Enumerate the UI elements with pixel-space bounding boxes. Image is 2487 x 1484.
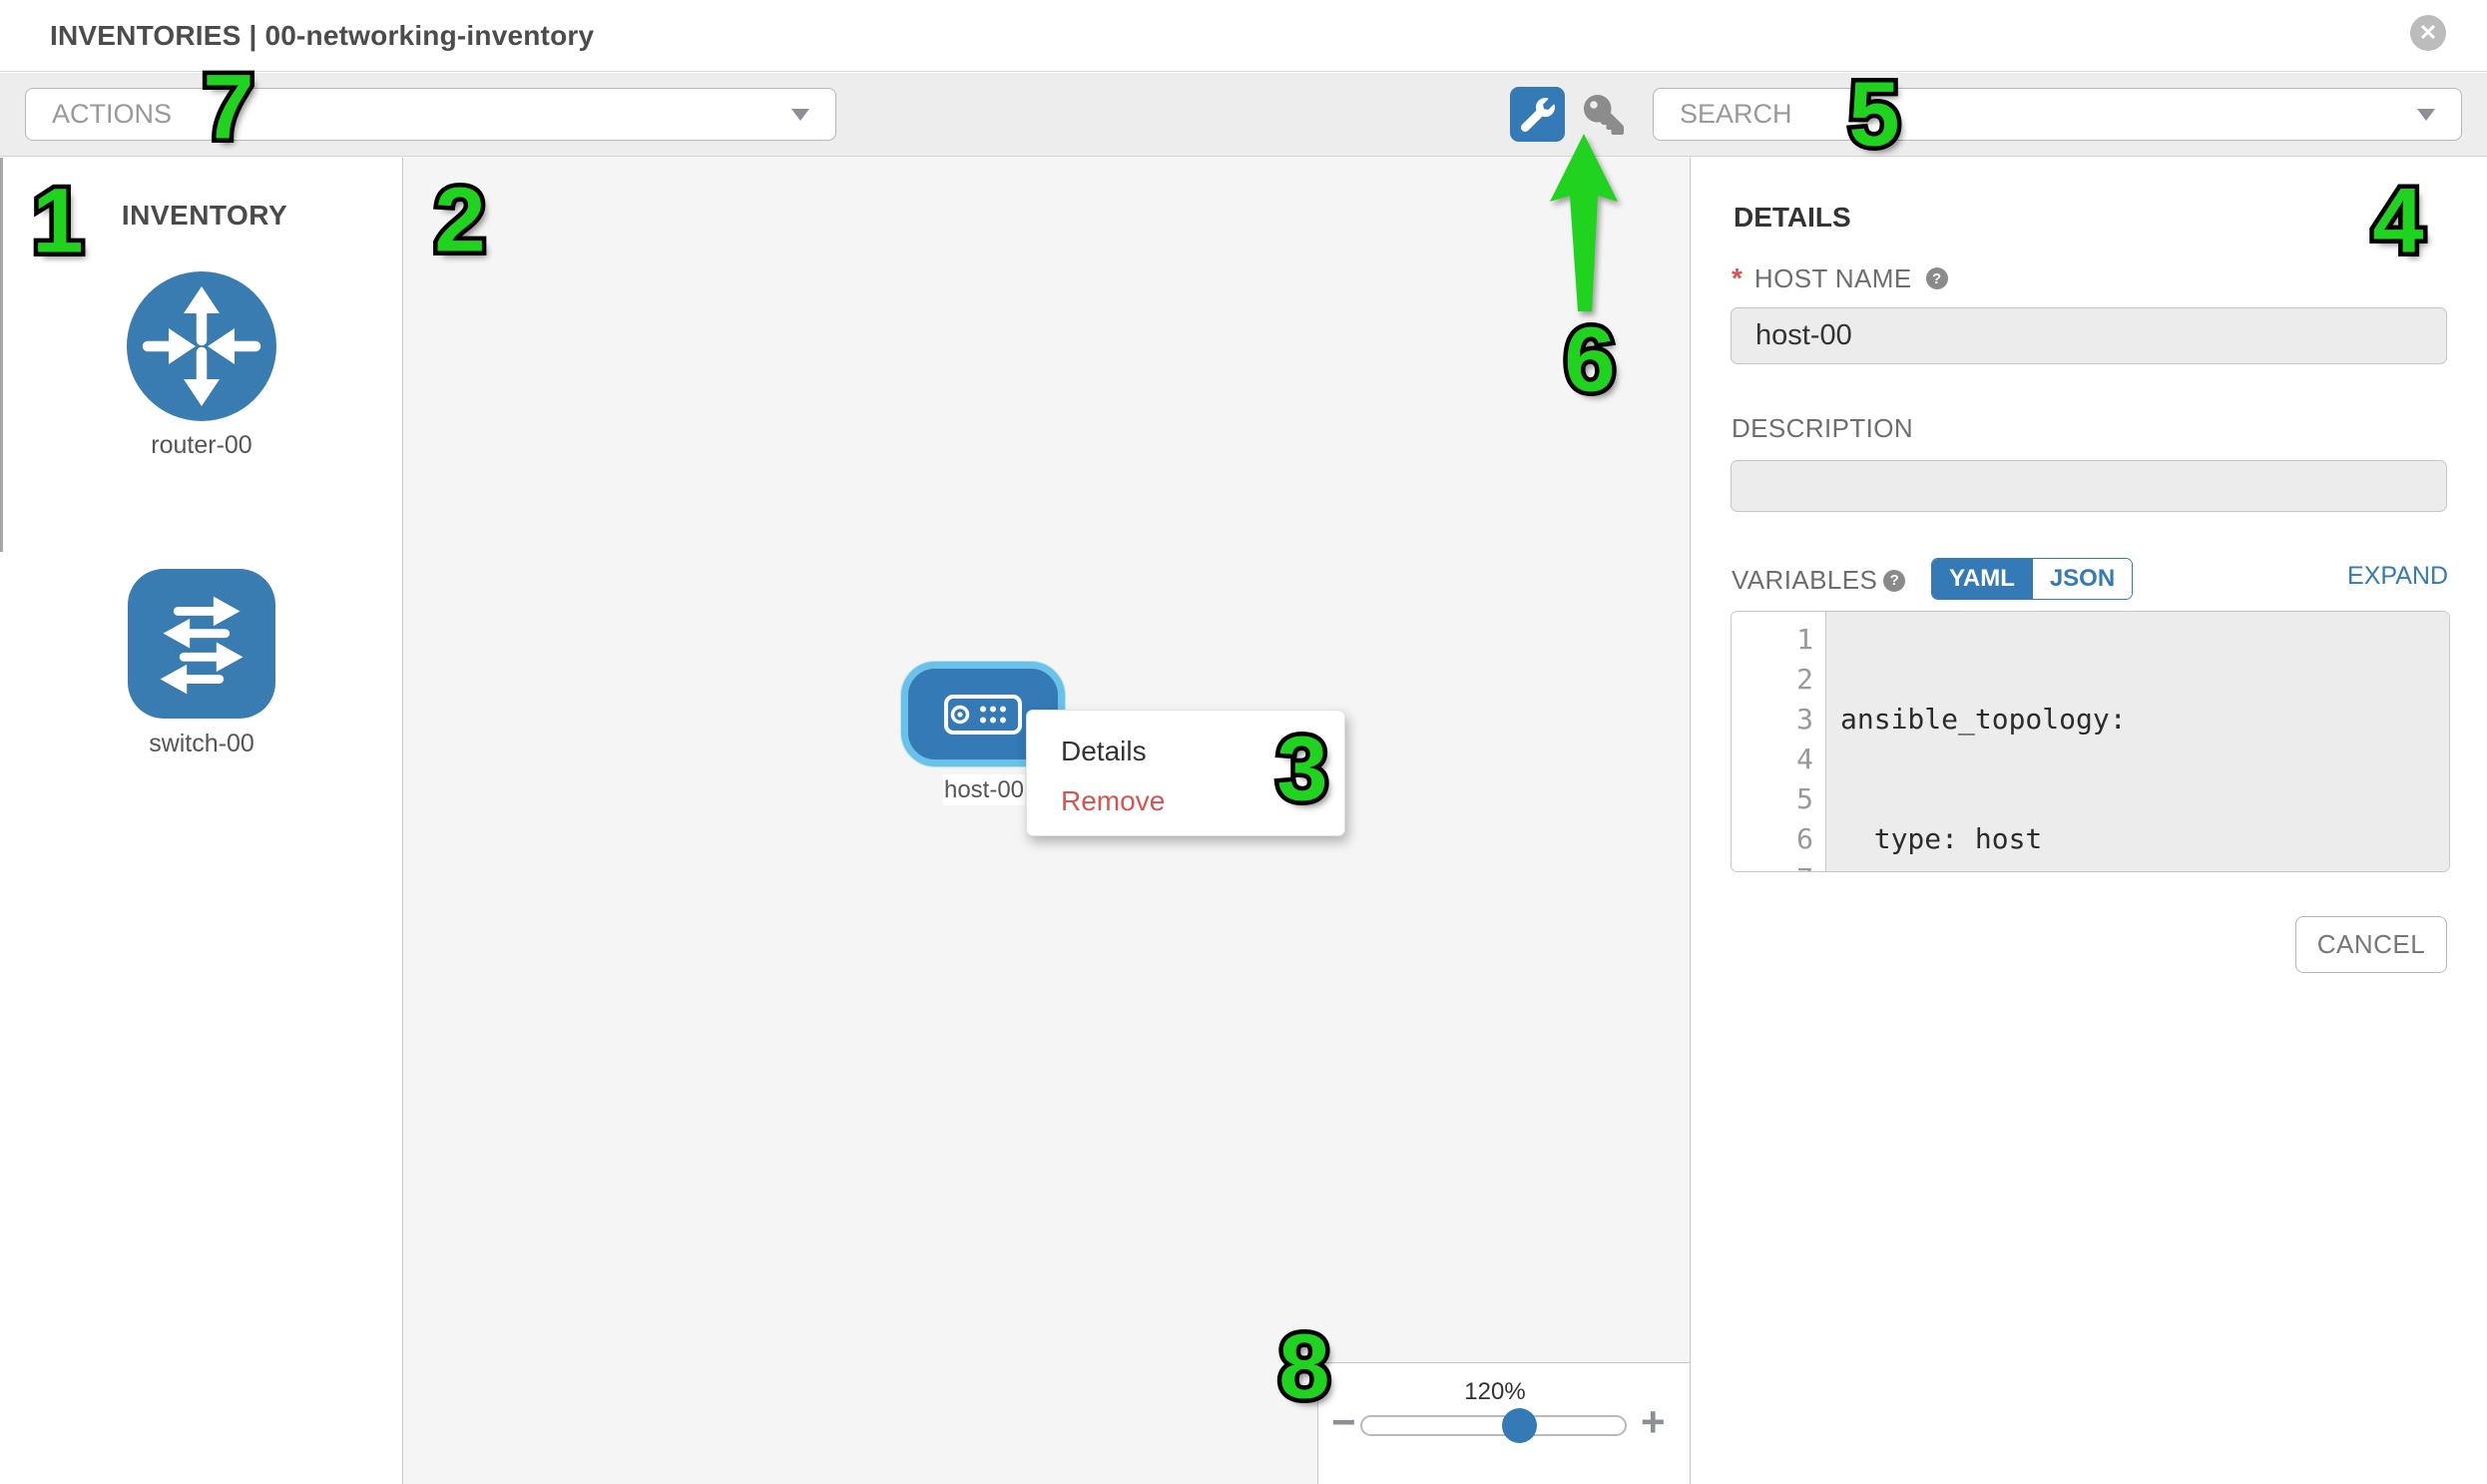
key-icon: [1584, 95, 1624, 135]
variables-code-editor[interactable]: 1 2 3 4 5 6 7 ansible_topology: type: ho…: [1731, 611, 2450, 872]
chevron-down-icon: [2417, 109, 2435, 121]
variables-label: VARIABLES: [1732, 565, 1877, 596]
close-button[interactable]: ✕: [2410, 15, 2446, 51]
host-name-input[interactable]: [1731, 307, 2447, 364]
switch-icon: [128, 569, 275, 719]
code-editor-gutter: 1 2 3 4 5 6 7: [1732, 612, 1826, 871]
actions-dropdown[interactable]: ACTIONS: [25, 88, 836, 141]
variables-label-row: VARIABLES ?: [1732, 565, 1905, 596]
cancel-button[interactable]: CANCEL: [2295, 916, 2447, 973]
zoom-slider-thumb[interactable]: [1502, 1408, 1537, 1443]
sidebar-scrollbar[interactable]: [0, 158, 3, 552]
description-label: DESCRIPTION: [1732, 413, 1913, 444]
zoom-slider-track[interactable]: [1360, 1415, 1627, 1436]
context-menu-item-details[interactable]: Details: [1027, 727, 1344, 776]
zoom-level-value: 120%: [1455, 1378, 1535, 1406]
code-editor-content[interactable]: ansible_topology: type: host name: host-…: [1826, 612, 2449, 871]
configure-button[interactable]: [1510, 87, 1565, 142]
tab-yaml[interactable]: YAML: [1932, 559, 2032, 599]
router-icon: [127, 271, 276, 421]
palette-item-router-label: router-00: [102, 431, 301, 460]
variables-format-toggle: YAML JSON: [1931, 558, 2133, 600]
palette-item-switch[interactable]: [128, 569, 275, 719]
context-menu-item-remove[interactable]: Remove: [1027, 776, 1344, 826]
palette-item-router[interactable]: [127, 271, 276, 421]
help-icon[interactable]: ?: [1883, 570, 1905, 592]
tab-json[interactable]: JSON: [2032, 559, 2132, 599]
host-name-label: HOST NAME: [1754, 263, 1912, 294]
expand-link[interactable]: EXPAND: [2298, 562, 2448, 591]
close-icon: ✕: [2419, 20, 2437, 46]
search-dropdown[interactable]: SEARCH: [1653, 88, 2462, 141]
actions-dropdown-label: ACTIONS: [52, 99, 172, 130]
host-icon: [943, 694, 1023, 736]
search-dropdown-label: SEARCH: [1680, 99, 1792, 130]
zoom-in-icon[interactable]: +: [1641, 1401, 1666, 1443]
wrench-icon: [1521, 98, 1555, 132]
description-input[interactable]: [1731, 460, 2447, 512]
inventory-sidebar-title: INVENTORY: [120, 200, 289, 232]
node-context-menu: Details Remove: [1026, 710, 1345, 836]
host-node-label: host-00: [943, 774, 1025, 805]
zoom-out-icon[interactable]: −: [1331, 1401, 1356, 1443]
key-button[interactable]: [1582, 93, 1626, 137]
required-marker: *: [1732, 262, 1742, 294]
host-name-label-row: * HOST NAME ?: [1732, 262, 1948, 294]
chevron-down-icon: [791, 109, 809, 121]
details-panel-title: DETAILS: [1734, 202, 1851, 234]
palette-item-switch-label: switch-00: [102, 730, 301, 758]
page-title: INVENTORIES | 00-networking-inventory: [50, 20, 594, 52]
help-icon[interactable]: ?: [1926, 267, 1948, 289]
